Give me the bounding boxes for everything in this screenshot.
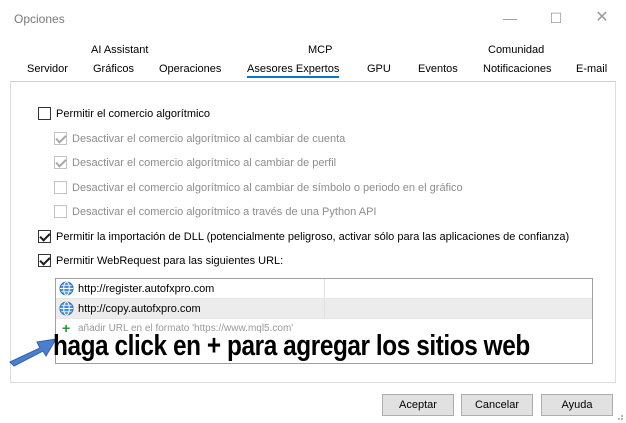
dll-import-checkbox[interactable] <box>38 230 51 243</box>
disable-profile-change-label: Desactivar el comercio algorítmico al ca… <box>72 156 337 169</box>
annotation-text: haga click en + para agregar los sitios … <box>53 330 530 362</box>
option-disable-account-change: Desactivar el comercio algorítmico al ca… <box>54 132 345 145</box>
cancel-button[interactable]: Cancelar <box>461 394 533 416</box>
resize-grip-icon[interactable] <box>614 411 624 421</box>
option-webrequest[interactable]: Permitir WebRequest para las siguientes … <box>38 254 283 267</box>
tab-comunidad[interactable]: Comunidad <box>488 44 544 56</box>
tab-operaciones[interactable]: Operaciones <box>159 63 221 75</box>
close-icon[interactable]: ✕ <box>592 8 612 28</box>
algo-trading-label: Permitir el comercio algorítmico <box>56 107 211 120</box>
webrequest-checkbox[interactable] <box>38 254 51 267</box>
globe-icon <box>59 281 74 296</box>
algo-trading-checkbox[interactable] <box>38 107 51 120</box>
option-disable-symbol-change: Desactivar el comercio algorítmico al ca… <box>54 181 463 194</box>
option-disable-profile-change: Desactivar el comercio algorítmico al ca… <box>54 156 336 169</box>
disable-account-change-checkbox <box>54 132 67 145</box>
option-dll-import[interactable]: Permitir la importación de DLL (potencia… <box>38 230 569 243</box>
disable-python-label: Desactivar el comercio algorítmico a tra… <box>72 205 377 218</box>
webrequest-label: Permitir WebRequest para las siguientes … <box>56 254 284 267</box>
tab-mcp[interactable]: MCP <box>308 44 332 56</box>
url-text: http://register.autofxpro.com <box>78 282 215 295</box>
disable-account-change-label: Desactivar el comercio algorítmico al ca… <box>72 132 346 145</box>
tab-gpu[interactable]: GPU <box>367 63 391 75</box>
column-divider <box>324 299 325 318</box>
column-divider <box>324 279 325 298</box>
tab-eventos[interactable]: Eventos <box>418 63 458 75</box>
minimize-icon[interactable]: — <box>500 8 520 28</box>
accept-button[interactable]: Aceptar <box>382 394 454 416</box>
disable-symbol-change-checkbox <box>54 181 67 194</box>
window-title: Opciones <box>14 12 65 26</box>
tab-graficos[interactable]: Gráficos <box>93 63 134 75</box>
tab-strip: AI Assistant MCP Comunidad Servidor Gráf… <box>0 36 626 80</box>
url-list-item[interactable]: http://register.autofxpro.com <box>56 279 592 299</box>
url-text: http://copy.autofxpro.com <box>78 302 201 315</box>
tab-notificaciones[interactable]: Notificaciones <box>483 63 551 75</box>
url-list-item[interactable]: http://copy.autofxpro.com <box>56 299 592 319</box>
globe-icon <box>59 301 74 316</box>
tab-ai-assistant[interactable]: AI Assistant <box>91 44 148 56</box>
disable-python-checkbox <box>54 205 67 218</box>
help-button[interactable]: Ayuda <box>541 394 613 416</box>
tab-email[interactable]: E-mail <box>576 63 607 75</box>
tab-asesores-expertos[interactable]: Asesores Expertos <box>247 63 340 78</box>
dll-import-label: Permitir la importación de DLL (potencia… <box>56 230 570 243</box>
disable-profile-change-checkbox <box>54 156 67 169</box>
maximize-icon[interactable]: ☐ <box>546 8 566 28</box>
title-bar: Opciones — ☐ ✕ <box>0 0 626 36</box>
option-disable-python: Desactivar el comercio algorítmico a tra… <box>54 205 376 218</box>
disable-symbol-change-label: Desactivar el comercio algorítmico al ca… <box>72 181 463 194</box>
option-algo-trading[interactable]: Permitir el comercio algorítmico <box>38 107 210 120</box>
tab-servidor[interactable]: Servidor <box>27 63 68 75</box>
